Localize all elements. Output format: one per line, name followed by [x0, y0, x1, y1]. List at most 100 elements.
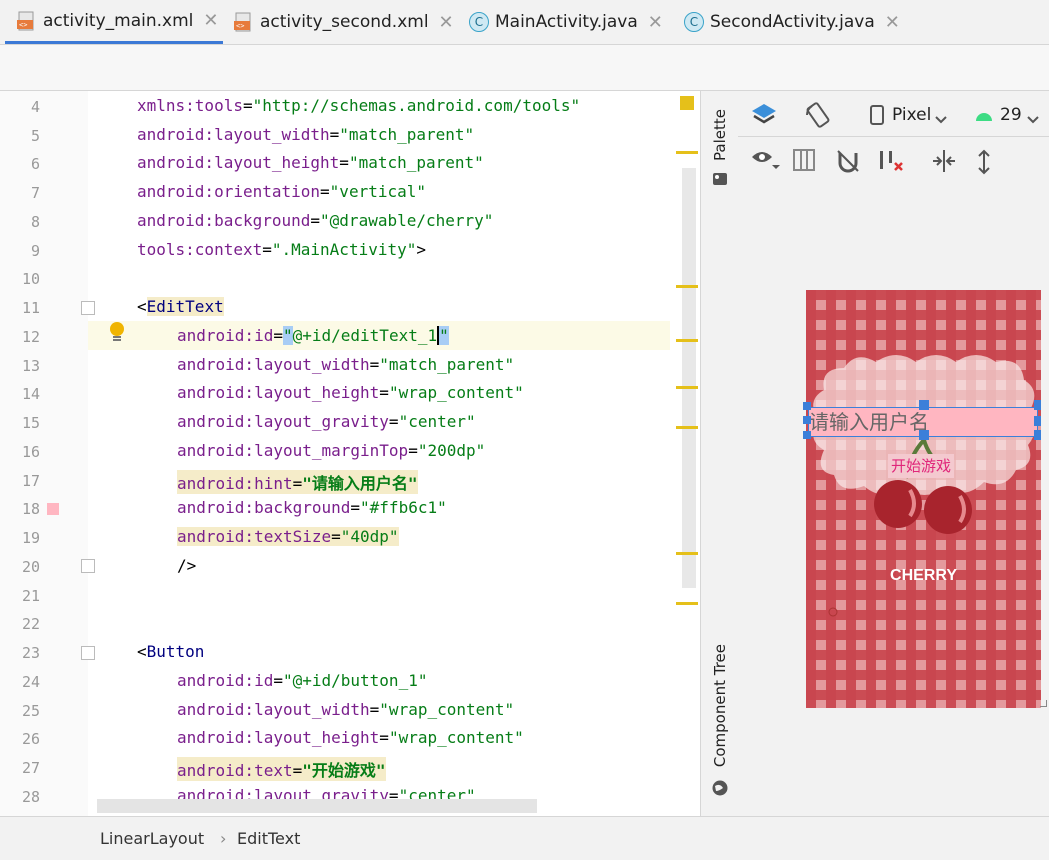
line-number: 25	[21, 702, 40, 720]
device-icon[interactable]	[870, 105, 884, 129]
line-number: 6	[30, 155, 40, 173]
line-number: 24	[21, 673, 40, 691]
code-line-16: android:layout_marginTop="200dp"	[177, 441, 486, 460]
magnet-off-icon[interactable]	[836, 149, 860, 177]
tab-main-activity-java[interactable]: C MainActivity.java ✕	[463, 0, 673, 44]
code-line-5: android:layout_width="match_parent"	[137, 125, 475, 144]
inspection-status-icon[interactable]	[680, 96, 694, 110]
chevron-down-icon[interactable]	[935, 109, 947, 128]
device-selector[interactable]: Pixel	[892, 105, 931, 125]
tab-second-activity-java[interactable]: C SecondActivity.java ✕	[678, 0, 908, 44]
breadcrumb-item-linearlayout[interactable]: LinearLayout	[100, 829, 204, 848]
tab-label: SecondActivity.java	[710, 12, 875, 32]
selection-handle[interactable]	[1034, 416, 1041, 426]
svg-text:<>: <>	[236, 22, 244, 30]
resize-corner-icon[interactable]	[1040, 700, 1047, 707]
breadcrumb: LinearLayout › EditText	[0, 816, 1049, 860]
line-number: 27	[21, 759, 40, 777]
line-number: 13	[21, 357, 40, 375]
code-editor[interactable]: 4 5 6 7 8 9 10 11 12 13 14 15 16 17 18 1…	[0, 91, 700, 816]
close-icon[interactable]: ✕	[885, 12, 900, 33]
line-number: 17	[21, 472, 40, 490]
horizontal-distribute-icon[interactable]	[931, 149, 957, 177]
vertical-scrollbar[interactable]	[682, 168, 696, 588]
error-stripe-marker[interactable]	[676, 552, 698, 555]
fold-icon[interactable]	[81, 646, 95, 660]
layers-icon[interactable]	[750, 101, 778, 133]
code-line-26: android:layout_height="wrap_content"	[177, 728, 524, 747]
error-stripe-marker[interactable]	[676, 339, 698, 342]
preview-button[interactable]: 开始游戏	[888, 454, 955, 478]
line-number: 26	[21, 730, 40, 748]
error-stripe-marker[interactable]	[676, 386, 698, 389]
line-number: 16	[21, 443, 40, 461]
horizontal-scrollbar[interactable]	[97, 799, 537, 813]
selection-handle[interactable]	[1034, 430, 1041, 440]
line-number: 7	[30, 184, 40, 202]
globe-icon[interactable]	[711, 779, 729, 801]
code-line-15: android:layout_gravity="center"	[177, 412, 476, 431]
android-icon[interactable]	[974, 107, 994, 126]
tab-label: activity_second.xml	[260, 12, 429, 32]
code-line-12: android:id="@+id/editText_1 "	[177, 326, 449, 345]
fold-icon[interactable]	[81, 301, 95, 315]
error-stripe-marker[interactable]	[676, 151, 698, 154]
close-icon[interactable]: ✕	[648, 12, 663, 33]
fold-icon[interactable]	[81, 559, 95, 573]
layout-preview[interactable]: 请输入用户名 开始游戏 CHERRY	[803, 290, 1041, 708]
line-number: 21	[21, 587, 40, 605]
svg-text:<>: <>	[19, 21, 27, 29]
xml-file-icon: <>	[17, 11, 37, 31]
blueprint-icon[interactable]	[793, 149, 815, 175]
tab-activity-second-xml[interactable]: <> activity_second.xml ✕	[228, 0, 456, 44]
lightbulb-icon[interactable]	[108, 321, 126, 347]
error-stripe-marker[interactable]	[676, 602, 698, 605]
close-icon[interactable]: ✕	[203, 10, 218, 31]
design-toolbar-bottom	[738, 137, 1049, 182]
code-line-13: android:layout_width="match_parent"	[177, 355, 515, 374]
line-number: 23	[21, 644, 40, 662]
code-line-4: xmlns:tools="http://schemas.android.com/…	[137, 96, 581, 115]
rotate-orientation-icon[interactable]	[804, 101, 832, 133]
code-line-23: <Button	[137, 642, 205, 661]
chevron-down-icon[interactable]	[1027, 109, 1039, 128]
code-line-17: android:hint="请输入用户名"	[177, 470, 418, 494]
line-number: 28	[21, 788, 40, 806]
code-line-25: android:layout_width="wrap_content"	[177, 700, 515, 719]
design-toolbar-top: Pixel 29	[738, 91, 1049, 137]
selection-handle[interactable]	[919, 400, 929, 410]
editor-toolbar	[0, 45, 1049, 91]
code-line-14: android:layout_height="wrap_content"	[177, 383, 524, 402]
palette-icon[interactable]	[711, 169, 729, 191]
line-number: 20	[21, 558, 40, 576]
line-number: 14	[21, 385, 40, 403]
tool-window-strip: Palette Component Tree	[700, 91, 739, 816]
vertical-distribute-icon[interactable]	[976, 149, 992, 179]
line-number: 15	[21, 414, 40, 432]
selection-handle[interactable]	[803, 416, 811, 424]
palette-tab[interactable]: Palette	[711, 109, 729, 161]
selection-handle[interactable]	[919, 430, 929, 440]
selection-handle[interactable]	[1034, 400, 1041, 410]
api-level-selector[interactable]: 29	[1000, 105, 1022, 125]
code-line-8: android:background="@drawable/cherry"	[137, 211, 494, 230]
line-number: 11	[21, 299, 40, 317]
color-swatch-icon[interactable]	[47, 503, 59, 515]
selection-handle[interactable]	[803, 431, 811, 439]
line-number: 22	[21, 615, 40, 633]
clear-constraints-icon[interactable]	[878, 149, 904, 177]
component-tree-tab[interactable]: Component Tree	[711, 644, 729, 767]
eye-icon[interactable]	[750, 149, 780, 175]
error-stripe-marker[interactable]	[676, 285, 698, 288]
code-line-11: <EditText	[137, 297, 224, 316]
line-number: 9	[30, 242, 40, 260]
line-number: 8	[30, 213, 40, 231]
tab-label: MainActivity.java	[495, 12, 638, 32]
close-icon[interactable]: ✕	[439, 12, 454, 33]
breadcrumb-item-edittext[interactable]: EditText	[237, 829, 300, 848]
preview-brand-text: CHERRY	[890, 567, 957, 584]
tab-activity-main-xml[interactable]: <> activity_main.xml ✕	[5, 0, 223, 44]
error-stripe-marker[interactable]	[676, 426, 698, 429]
java-class-icon: C	[684, 12, 704, 32]
selection-handle[interactable]	[803, 402, 811, 410]
